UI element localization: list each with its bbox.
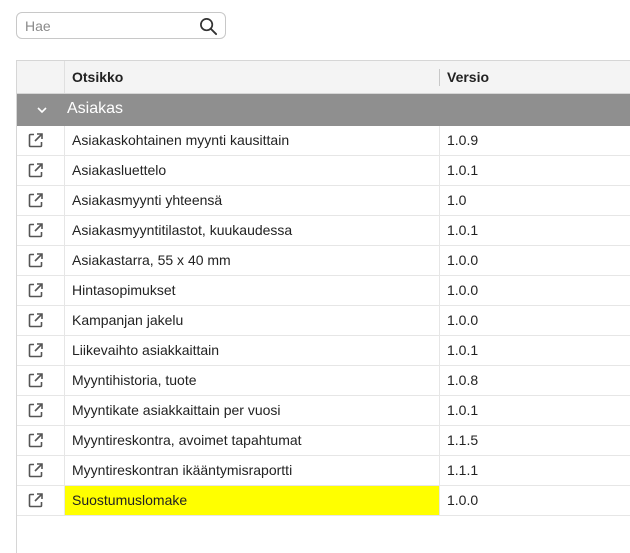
- row-version: 1.0.0: [447, 312, 479, 328]
- table-row[interactable]: Asiakasmyyntitilastot, kuukaudessa 1.0.1: [17, 216, 630, 246]
- row-title: Myyntikate asiakkaittain per vuosi: [65, 396, 440, 425]
- open-cell[interactable]: [17, 306, 65, 335]
- open-external-icon[interactable]: [27, 312, 44, 329]
- open-external-icon[interactable]: [27, 222, 44, 239]
- column-resize-handle[interactable]: [439, 69, 440, 86]
- row-title: Asiakaskohtainen myynti kausittain: [65, 126, 440, 155]
- open-cell[interactable]: [17, 186, 65, 215]
- header-icon-column: [17, 61, 65, 93]
- search-box[interactable]: [16, 12, 226, 39]
- open-cell[interactable]: [17, 276, 65, 305]
- report-grid: Otsikko Versio Asiakas Asiakaskohtainen …: [16, 60, 630, 553]
- open-external-icon[interactable]: [27, 132, 44, 149]
- search-input[interactable]: [25, 16, 195, 36]
- search-icon[interactable]: [199, 17, 218, 36]
- row-title: Asiakasmyyntitilastot, kuukaudessa: [65, 216, 440, 245]
- open-external-icon[interactable]: [27, 252, 44, 269]
- row-version: 1.0.1: [447, 342, 479, 358]
- row-title: Myyntireskontran ikääntymisraportti: [65, 456, 440, 485]
- column-header-version[interactable]: Versio: [447, 69, 489, 85]
- row-version: 1.0.1: [447, 222, 479, 238]
- open-external-icon[interactable]: [27, 492, 44, 509]
- group-label: Asiakas: [67, 100, 124, 117]
- row-version: 1.0.0: [447, 492, 479, 508]
- row-version: 1.0: [447, 192, 467, 208]
- table-row[interactable]: Asiakastarra, 55 x 40 mm 1.0.0: [17, 246, 630, 276]
- open-external-icon[interactable]: [27, 372, 44, 389]
- row-version: 1.0.0: [447, 282, 479, 298]
- table-row[interactable]: Myyntireskontran ikääntymisraportti 1.1.…: [17, 456, 630, 486]
- open-cell[interactable]: [17, 246, 65, 275]
- row-version: 1.0.8: [447, 372, 479, 388]
- table-row[interactable]: Asiakasluettelo 1.0.1: [17, 156, 630, 186]
- row-version: 1.0.0: [447, 252, 479, 268]
- row-title: Myyntihistoria, tuote: [65, 366, 440, 395]
- open-cell[interactable]: [17, 156, 65, 185]
- row-title: Asiakasluettelo: [65, 156, 440, 185]
- table-row[interactable]: Myyntireskontra, avoimet tapahtumat 1.1.…: [17, 426, 630, 456]
- open-external-icon[interactable]: [27, 432, 44, 449]
- table-row[interactable]: Hintasopimukset 1.0.0: [17, 276, 630, 306]
- row-title: Asiakastarra, 55 x 40 mm: [65, 246, 440, 275]
- open-cell[interactable]: [17, 426, 65, 455]
- open-external-icon[interactable]: [27, 462, 44, 479]
- open-external-icon[interactable]: [27, 192, 44, 209]
- row-version: 1.1.5: [447, 432, 479, 448]
- row-title: Suostumuslomake: [65, 486, 440, 515]
- chevron-down-icon[interactable]: [35, 104, 49, 116]
- row-version: 1.0.1: [447, 402, 479, 418]
- grid-header: Otsikko Versio: [17, 61, 630, 94]
- table-row[interactable]: Liikevaihto asiakkaittain 1.0.1: [17, 336, 630, 366]
- row-title: Myyntireskontra, avoimet tapahtumat: [65, 426, 440, 455]
- open-cell[interactable]: [17, 216, 65, 245]
- grid-rows: Asiakaskohtainen myynti kausittain 1.0.9…: [17, 126, 630, 516]
- open-external-icon[interactable]: [27, 162, 44, 179]
- table-row[interactable]: Asiakasmyynti yhteensä 1.0: [17, 186, 630, 216]
- open-cell[interactable]: [17, 126, 65, 155]
- row-title: Liikevaihto asiakkaittain: [65, 336, 440, 365]
- row-title: Kampanjan jakelu: [65, 306, 440, 335]
- group-row-asiakas[interactable]: Asiakas: [17, 94, 630, 126]
- row-title: Hintasopimukset: [65, 276, 440, 305]
- open-cell[interactable]: [17, 456, 65, 485]
- row-title: Asiakasmyynti yhteensä: [65, 186, 440, 215]
- open-external-icon[interactable]: [27, 342, 44, 359]
- open-cell[interactable]: [17, 366, 65, 395]
- open-cell[interactable]: [17, 336, 65, 365]
- open-cell[interactable]: [17, 486, 65, 515]
- table-row[interactable]: Suostumuslomake 1.0.0: [17, 486, 630, 516]
- open-external-icon[interactable]: [27, 282, 44, 299]
- open-cell[interactable]: [17, 396, 65, 425]
- table-row[interactable]: Myyntikate asiakkaittain per vuosi 1.0.1: [17, 396, 630, 426]
- table-row[interactable]: Kampanjan jakelu 1.0.0: [17, 306, 630, 336]
- row-version: 1.1.1: [447, 462, 479, 478]
- row-version: 1.0.1: [447, 162, 479, 178]
- table-row[interactable]: Myyntihistoria, tuote 1.0.8: [17, 366, 630, 396]
- column-header-title[interactable]: Otsikko: [72, 69, 123, 85]
- open-external-icon[interactable]: [27, 402, 44, 419]
- row-version: 1.0.9: [447, 132, 479, 148]
- table-row[interactable]: Asiakaskohtainen myynti kausittain 1.0.9: [17, 126, 630, 156]
